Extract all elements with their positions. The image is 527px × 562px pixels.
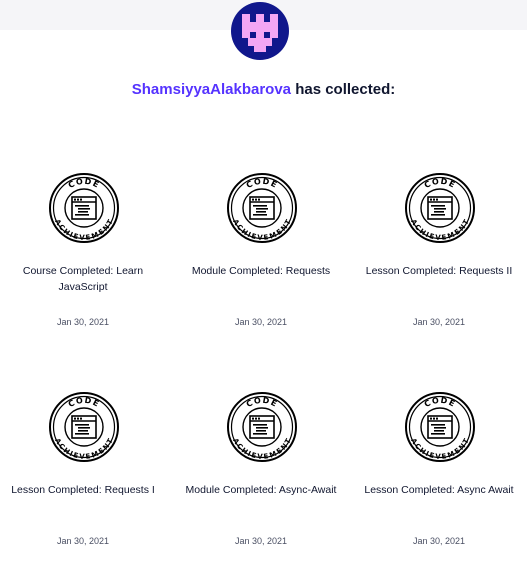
badge-date: Jan 30, 2021 (234, 536, 288, 546)
avatar-pixel-icon (242, 14, 278, 52)
badge-title: Lesson Completed: Requests I (11, 484, 155, 496)
badge-date: Jan 30, 2021 (56, 536, 110, 546)
code-achievement-badge-icon: CODEACHIEVEMENT (49, 173, 119, 243)
profile-achievements-page: ShamsiyyaAlakbarova has collected: CODE A… (0, 0, 527, 562)
badge-title: Lesson Completed: Requests II (365, 265, 513, 277)
collected-heading: ShamsiyyaAlakbarova has collected: (0, 81, 527, 98)
code-achievement-badge-icon: CODEACHIEVEMENT (227, 173, 297, 243)
badge-title: Lesson Completed: Async Await (364, 484, 514, 496)
collected-text: has collected: (291, 81, 396, 98)
badge-date: Jan 30, 2021 (56, 317, 110, 327)
badge-title: Module Completed: Async-Await (185, 484, 337, 496)
code-achievement-badge-icon: CODEACHIEVEMENT (49, 392, 119, 462)
avatar[interactable] (231, 2, 289, 60)
code-achievement-badge-icon: CODEACHIEVEMENT (405, 392, 475, 462)
badge-date: Jan 30, 2021 (412, 317, 466, 327)
badge-title: Course Completed: Learn JavaScript (22, 265, 144, 293)
badge-title: Module Completed: Requests (191, 265, 331, 277)
badge-date: Jan 30, 2021 (412, 536, 466, 546)
username-link[interactable]: ShamsiyyaAlakbarova (132, 81, 291, 98)
code-achievement-badge-icon: CODEACHIEVEMENT (405, 173, 475, 243)
code-achievement-badge-icon: CODEACHIEVEMENT (227, 392, 297, 462)
badge-date: Jan 30, 2021 (234, 317, 288, 327)
